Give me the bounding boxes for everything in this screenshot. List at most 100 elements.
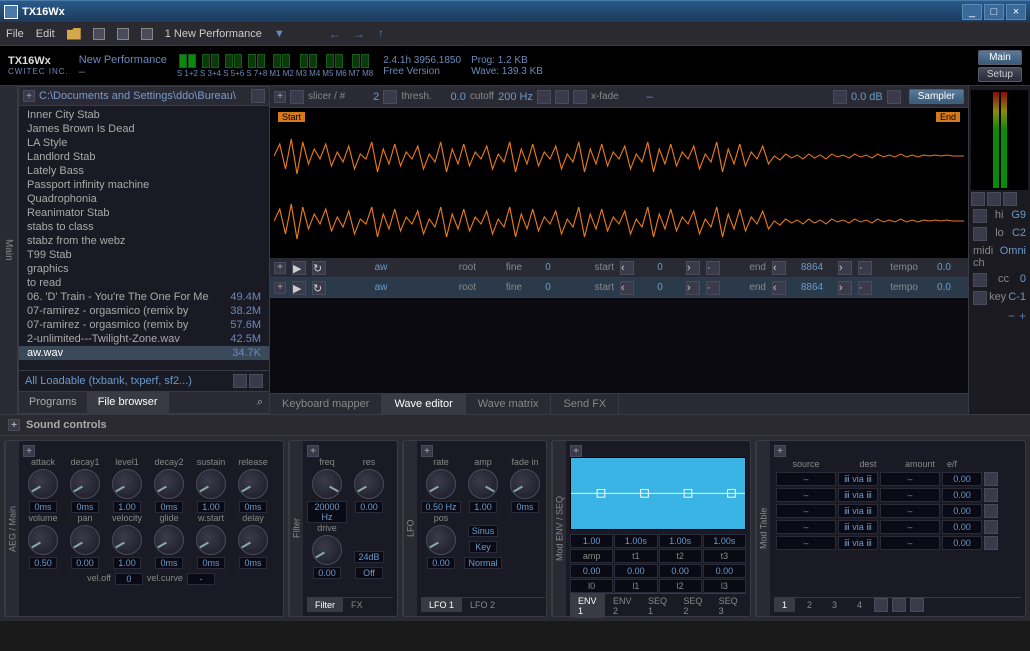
tool-icon-3[interactable] bbox=[573, 90, 587, 104]
file-item[interactable]: 06. 'D' Train - You're The One For Me49.… bbox=[19, 290, 269, 304]
slicer-value[interactable]: 2 bbox=[349, 91, 379, 103]
mod-via[interactable]: ⅲ via ⅲ bbox=[838, 504, 878, 518]
mod-source[interactable]: – bbox=[776, 520, 836, 534]
mod-via[interactable]: ⅲ via ⅲ bbox=[838, 472, 878, 486]
attack-knob[interactable] bbox=[28, 469, 58, 499]
end-marker[interactable]: End bbox=[936, 112, 960, 122]
mod-dest[interactable]: – bbox=[880, 520, 940, 534]
lfo-key[interactable]: Key bbox=[469, 541, 497, 553]
env-v-0[interactable]: 1.00 bbox=[570, 534, 613, 548]
solo-icon[interactable] bbox=[987, 192, 1001, 206]
dropdown-icon[interactable]: ▼ bbox=[274, 28, 285, 40]
veloff-value[interactable]: 0 bbox=[115, 573, 143, 585]
drive-knob[interactable] bbox=[312, 535, 342, 565]
tab-lfo2[interactable]: LFO 2 bbox=[462, 598, 503, 612]
rate-knob[interactable] bbox=[426, 469, 456, 499]
setup-button[interactable]: Setup bbox=[978, 67, 1022, 82]
decay2-knob[interactable] bbox=[154, 469, 184, 499]
mod-copy-icon[interactable] bbox=[910, 598, 924, 612]
decay2-value[interactable]: 0ms bbox=[155, 501, 183, 513]
delay-value[interactable]: 0ms bbox=[239, 557, 267, 569]
tab-send-fx[interactable]: Send FX bbox=[551, 394, 619, 414]
export-icon[interactable] bbox=[141, 28, 153, 40]
search-icon[interactable]: ⌕ bbox=[251, 392, 269, 413]
zoom-out-icon[interactable]: − bbox=[1008, 309, 1015, 323]
tab-seq3[interactable]: SEQ 3 bbox=[711, 594, 746, 618]
velocity-knob[interactable] bbox=[112, 525, 142, 555]
file-item[interactable]: Inner City Stab bbox=[19, 108, 269, 122]
tab-programs[interactable]: Programs bbox=[19, 392, 88, 413]
amp-value[interactable]: 1.00 bbox=[469, 501, 497, 513]
mod-amount[interactable]: 0.00 bbox=[942, 520, 982, 534]
tab-seq1[interactable]: SEQ 1 bbox=[640, 594, 675, 618]
release-knob[interactable] bbox=[238, 469, 268, 499]
tab-keyboard-mapper[interactable]: Keyboard mapper bbox=[270, 394, 382, 414]
tab-seq2[interactable]: SEQ 2 bbox=[675, 594, 710, 618]
amp-knob[interactable] bbox=[468, 469, 498, 499]
file-filter[interactable]: All Loadable (txbank, txperf, sf2...) bbox=[25, 375, 192, 387]
file-item[interactable]: graphics bbox=[19, 262, 269, 276]
mod-amount[interactable]: 0.00 bbox=[942, 488, 982, 502]
hi-value[interactable]: G9 bbox=[1011, 209, 1026, 223]
file-item[interactable]: 07-ramirez - orgasmico (remix by38.2M bbox=[19, 304, 269, 318]
filter-onoff[interactable]: Off bbox=[355, 567, 383, 579]
tab-env2[interactable]: ENV 2 bbox=[605, 594, 640, 618]
file-item[interactable]: James Brown Is Dead bbox=[19, 122, 269, 136]
mod-via[interactable]: ⅲ via ⅲ bbox=[838, 520, 878, 534]
wave-display[interactable]: Start End bbox=[270, 108, 968, 258]
start-marker[interactable]: Start bbox=[278, 112, 305, 122]
env-v-1[interactable]: 1.00s bbox=[614, 534, 657, 548]
file-item[interactable]: aw.wav34.7K bbox=[19, 346, 269, 360]
cc-icon[interactable] bbox=[973, 273, 987, 287]
menu-edit[interactable]: Edit bbox=[36, 28, 55, 40]
env-v-3[interactable]: 1.00s bbox=[703, 534, 746, 548]
mod-ef-icon[interactable] bbox=[984, 504, 998, 518]
play-icon[interactable]: ▶ bbox=[292, 281, 306, 295]
open-icon[interactable] bbox=[67, 28, 81, 40]
mod-amount[interactable]: 0.00 bbox=[942, 536, 982, 550]
w.start-value[interactable]: 0ms bbox=[197, 557, 225, 569]
res-knob[interactable] bbox=[354, 469, 384, 499]
modtable-add-button[interactable]: + bbox=[774, 445, 786, 457]
decay1-knob[interactable] bbox=[70, 469, 100, 499]
path-add-button[interactable]: + bbox=[23, 90, 35, 102]
menu-file[interactable]: File bbox=[6, 28, 24, 40]
pan-knob[interactable] bbox=[70, 525, 100, 555]
volume-value[interactable]: 0.50 bbox=[29, 557, 57, 569]
play-icon[interactable]: ▶ bbox=[292, 261, 306, 275]
fadein-value[interactable]: 0ms bbox=[511, 501, 539, 513]
res-value[interactable]: 0.00 bbox=[355, 501, 383, 513]
sampler-button[interactable]: Sampler bbox=[909, 89, 964, 104]
env-v-2[interactable]: 1.00s bbox=[659, 534, 702, 548]
file-item[interactable]: Quadrophonia bbox=[19, 192, 269, 206]
mod-amount[interactable]: 0.00 bbox=[942, 504, 982, 518]
env-l-0[interactable]: 0.00 bbox=[570, 564, 613, 578]
mod-source[interactable]: – bbox=[776, 536, 836, 550]
thresh-value[interactable]: 0.0 bbox=[436, 91, 466, 103]
minimize-button[interactable]: _ bbox=[962, 4, 982, 20]
cutoff-value[interactable]: 200 Hz bbox=[498, 91, 533, 103]
slicer-prev-icon[interactable] bbox=[290, 90, 304, 104]
close-button[interactable]: × bbox=[1006, 4, 1026, 20]
volume-knob[interactable] bbox=[28, 525, 58, 555]
mod-ef-icon[interactable] bbox=[984, 536, 998, 550]
mod-dest[interactable]: – bbox=[880, 488, 940, 502]
wave-region-row[interactable]: +▶↻ aw root fine0 start‹0›· end‹8864›· t… bbox=[270, 258, 968, 278]
current-path[interactable]: C:\Documents and Settings\ddo\Bureau\ bbox=[39, 90, 247, 102]
mod-dest[interactable]: – bbox=[880, 472, 940, 486]
tab-fx[interactable]: FX bbox=[343, 598, 371, 612]
file-item[interactable]: 07-ramirez - orgasmico (remix by57.6M bbox=[19, 318, 269, 332]
file-list[interactable]: Inner City StabJames Brown Is DeadLA Sty… bbox=[19, 106, 269, 370]
loop-icon[interactable]: ↻ bbox=[312, 281, 326, 295]
nav-up-icon[interactable]: ← bbox=[376, 28, 390, 40]
velcurve-value[interactable]: - bbox=[187, 573, 215, 585]
fadein-knob[interactable] bbox=[510, 469, 540, 499]
tab-wave-matrix[interactable]: Wave matrix bbox=[466, 394, 552, 414]
filter-type[interactable]: 24dB bbox=[354, 551, 383, 563]
wave-region-row[interactable]: +▶↻ aw root fine0 start‹0›· end‹8864›· t… bbox=[270, 278, 968, 298]
lo-value[interactable]: C2 bbox=[1012, 227, 1026, 241]
drive-value[interactable]: 0.00 bbox=[313, 567, 341, 579]
file-item[interactable]: stabs to class bbox=[19, 220, 269, 234]
mod-page-4[interactable]: 4 bbox=[849, 598, 870, 612]
mod-via[interactable]: ⅲ via ⅲ bbox=[838, 536, 878, 550]
